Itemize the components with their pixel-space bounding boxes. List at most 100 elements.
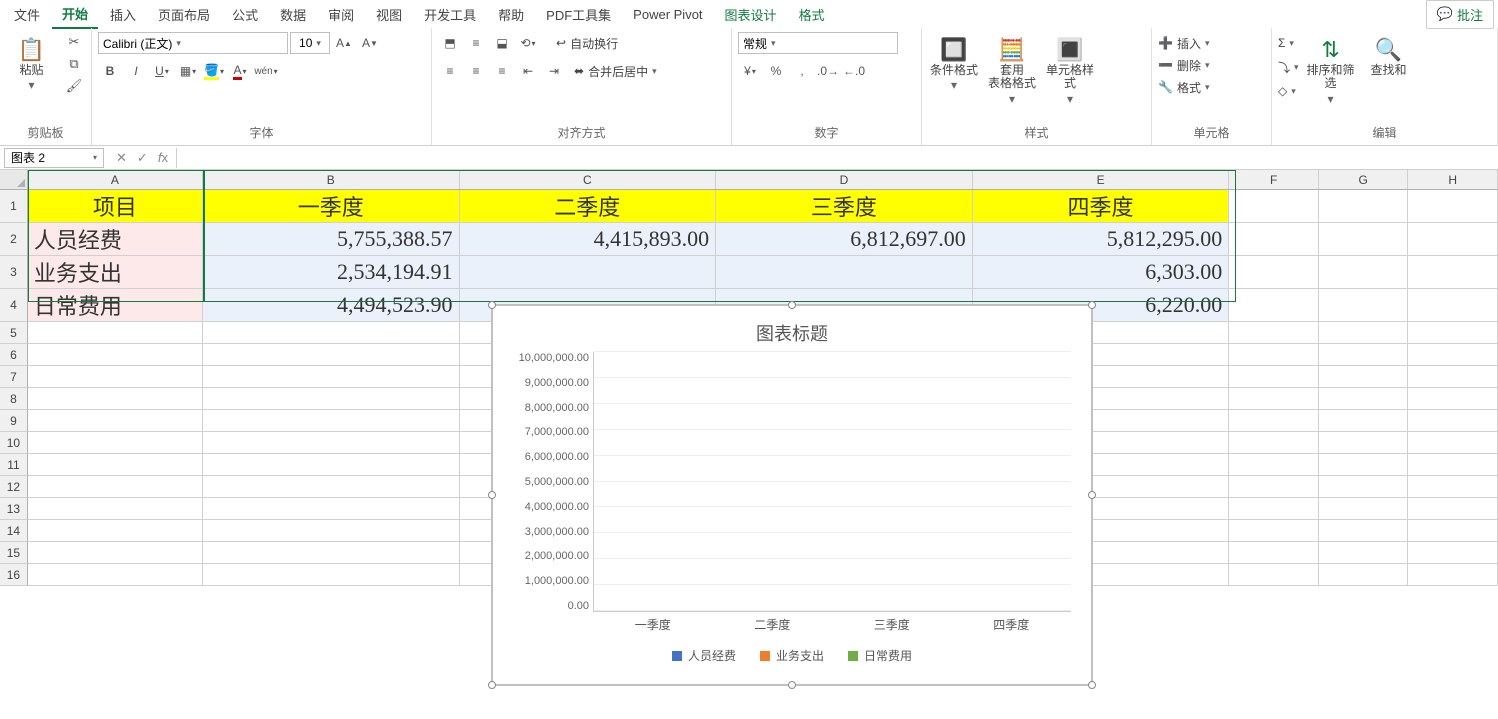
dec-decimal-button[interactable]: ←.0 — [842, 60, 866, 82]
col-header-C[interactable]: C — [460, 170, 717, 189]
row-header-14[interactable]: 14 — [0, 520, 28, 542]
col-header-F[interactable]: F — [1229, 170, 1319, 189]
legend-item[interactable]: 日常费用 — [848, 647, 912, 664]
cell-B3[interactable]: 2,534,194.91 — [203, 256, 460, 289]
cond-format-button[interactable]: 🔲条件格式▾ — [928, 32, 980, 99]
legend-item[interactable]: 人员经费 — [672, 647, 736, 664]
plot-area[interactable]: 10,000,000.00 9,000,000.00 8,000,000.00 … — [503, 352, 1071, 612]
cell-F3[interactable] — [1229, 256, 1319, 289]
currency-button[interactable]: ¥ — [738, 60, 762, 82]
cell-A4[interactable]: 日常费用 — [28, 289, 203, 322]
border-button[interactable]: ▦ — [176, 60, 200, 82]
row-header-11[interactable]: 11 — [0, 454, 28, 476]
cancel-icon[interactable]: ✕ — [116, 150, 127, 166]
align-center[interactable]: ≡ — [464, 60, 488, 82]
col-header-H[interactable]: H — [1408, 170, 1498, 189]
increase-font-button[interactable]: A▲ — [332, 32, 356, 54]
resize-handle[interactable] — [488, 301, 496, 309]
menu-dev[interactable]: 开发工具 — [414, 1, 486, 28]
name-box[interactable]: 图表 2▾ — [4, 148, 104, 168]
fill-color-button[interactable]: 🪣 — [202, 60, 226, 82]
row-header-1[interactable]: 1 — [0, 190, 28, 223]
cell-H4[interactable] — [1408, 289, 1498, 322]
legend-item[interactable]: 业务支出 — [760, 647, 824, 664]
col-header-E[interactable]: E — [973, 170, 1230, 189]
cell-C3[interactable] — [460, 256, 717, 289]
row-header-15[interactable]: 15 — [0, 542, 28, 564]
row-header-6[interactable]: 6 — [0, 344, 28, 366]
cell-E3[interactable]: 6,303.00 — [973, 256, 1230, 289]
bold-button[interactable]: B — [98, 60, 122, 82]
number-format-combo[interactable]: 常规▾ — [738, 32, 898, 54]
col-header-G[interactable]: G — [1319, 170, 1409, 189]
menu-view[interactable]: 视图 — [366, 1, 412, 28]
cell-H2[interactable] — [1408, 223, 1498, 256]
resize-handle[interactable] — [488, 681, 496, 689]
chart-title[interactable]: 图表标题 — [493, 306, 1091, 352]
menu-review[interactable]: 审阅 — [318, 1, 364, 28]
select-all-corner[interactable] — [0, 170, 28, 189]
cell-D3[interactable] — [716, 256, 973, 289]
cell-E1[interactable]: 四季度 — [973, 190, 1230, 223]
menu-pdf[interactable]: PDF工具集 — [536, 1, 621, 28]
cell-G1[interactable] — [1319, 190, 1409, 223]
font-size-combo[interactable]: 10▾ — [290, 32, 330, 54]
cell-A1[interactable]: 项目 — [28, 190, 203, 223]
cell-G2[interactable] — [1319, 223, 1409, 256]
align-bottom[interactable]: ⬓ — [490, 32, 514, 54]
phonetic-button[interactable]: wén — [254, 60, 278, 82]
align-left[interactable]: ≡ — [438, 60, 462, 82]
align-top[interactable]: ⬒ — [438, 32, 462, 54]
row-header-10[interactable]: 10 — [0, 432, 28, 454]
row-header-2[interactable]: 2 — [0, 223, 28, 256]
cell-C1[interactable]: 二季度 — [460, 190, 717, 223]
cell-F2[interactable] — [1229, 223, 1319, 256]
resize-handle[interactable] — [788, 301, 796, 309]
cell-A2[interactable]: 人员经费 — [28, 223, 203, 256]
cut-button[interactable]: ✂ — [63, 32, 85, 52]
formula-input[interactable] — [176, 148, 1498, 168]
col-header-A[interactable]: A — [28, 170, 203, 189]
underline-button[interactable]: U — [150, 60, 174, 82]
row-header-16[interactable]: 16 — [0, 564, 28, 586]
menu-powerpivot[interactable]: Power Pivot — [623, 3, 712, 26]
cell-C2[interactable]: 4,415,893.00 — [460, 223, 717, 256]
merge-button[interactable]: ⬌合并后居中▾ — [574, 60, 657, 82]
cell-F4[interactable] — [1229, 289, 1319, 322]
decrease-font-button[interactable]: A▼ — [358, 32, 382, 54]
table-style-button[interactable]: 🧮套用 表格格式▾ — [986, 32, 1038, 112]
resize-handle[interactable] — [488, 491, 496, 499]
row-header-13[interactable]: 13 — [0, 498, 28, 520]
row-header-8[interactable]: 8 — [0, 388, 28, 410]
menu-formula[interactable]: 公式 — [222, 1, 268, 28]
font-name-combo[interactable]: Calibri (正文)▾ — [98, 32, 288, 54]
resize-handle[interactable] — [1088, 491, 1096, 499]
orientation-button[interactable]: ⟲ — [516, 32, 540, 54]
menu-chart-design[interactable]: 图表设计 — [715, 1, 787, 28]
cell-H1[interactable] — [1408, 190, 1498, 223]
menu-home[interactable]: 开始 — [52, 0, 98, 29]
menu-comment[interactable]: 💬 批注 — [1426, 0, 1494, 29]
fx-icon[interactable]: fx — [158, 150, 168, 165]
cell-E2[interactable]: 5,812,295.00 — [973, 223, 1230, 256]
cell-A3[interactable]: 业务支出 — [28, 256, 203, 289]
italic-button[interactable]: I — [124, 60, 148, 82]
indent-inc[interactable]: ⇥ — [542, 60, 566, 82]
col-header-D[interactable]: D — [716, 170, 973, 189]
format-painter-button[interactable]: 🖌 — [63, 76, 85, 96]
resize-handle[interactable] — [788, 681, 796, 689]
cell-H3[interactable] — [1408, 256, 1498, 289]
cell-B2[interactable]: 5,755,388.57 — [203, 223, 460, 256]
row-header-4[interactable]: 4 — [0, 289, 28, 322]
align-right[interactable]: ≡ — [490, 60, 514, 82]
cell-D1[interactable]: 三季度 — [716, 190, 973, 223]
cell-G3[interactable] — [1319, 256, 1409, 289]
row-header-9[interactable]: 9 — [0, 410, 28, 432]
legend[interactable]: 人员经费 业务支出 日常费用 — [493, 647, 1091, 664]
menu-format[interactable]: 格式 — [789, 1, 835, 28]
cell-style-button[interactable]: 🔳单元格样式▾ — [1044, 32, 1096, 112]
row-header-12[interactable]: 12 — [0, 476, 28, 498]
enter-icon[interactable]: ✓ — [137, 150, 148, 166]
autosum-button[interactable]: Σ▾ — [1278, 32, 1294, 54]
inc-decimal-button[interactable]: .0→ — [816, 60, 840, 82]
